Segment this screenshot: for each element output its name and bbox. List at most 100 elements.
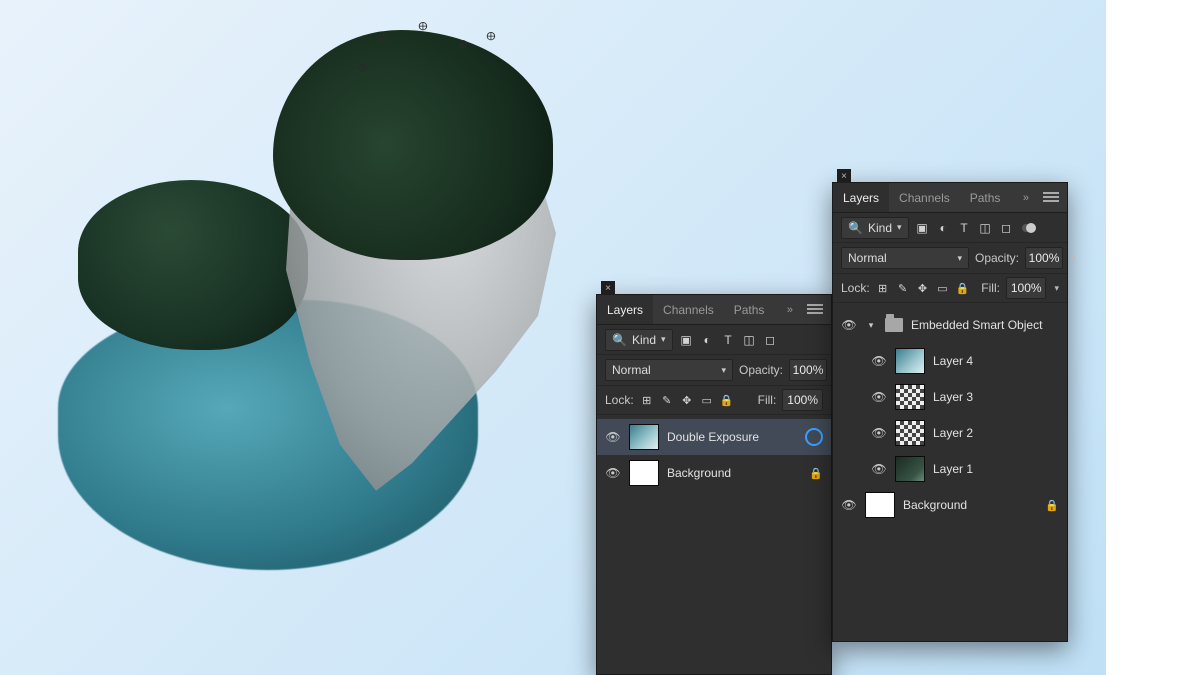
tab-layers[interactable]: Layers	[597, 295, 653, 324]
fill-value[interactable]: 100%	[782, 389, 823, 411]
visibility-eye-icon[interactable]: 👁	[871, 354, 887, 368]
fill-label: Fill:	[981, 281, 1000, 295]
filter-kind-label: Kind	[632, 333, 656, 347]
visibility-eye-icon[interactable]: 👁	[841, 318, 857, 332]
panel-menu-icon[interactable]	[1043, 192, 1059, 204]
filter-row: 🔍 Kind ▾ ▣ ◐ T ◫ ◻	[597, 325, 831, 355]
filter-image-icon[interactable]: ▣	[915, 220, 930, 235]
layer-name[interactable]: Double Exposure	[667, 430, 797, 444]
lock-icon: 🔒	[1045, 499, 1059, 512]
layer-name[interactable]: Background	[903, 498, 1037, 512]
opacity-value[interactable]: 100%	[789, 359, 827, 381]
layer-name[interactable]: Background	[667, 466, 801, 480]
lock-frame-icon[interactable]: ▭	[700, 393, 714, 407]
layer-item-double-exposure[interactable]: 👁 Double Exposure	[597, 419, 831, 455]
layer-name[interactable]: Layer 3	[933, 390, 1059, 404]
layer-name[interactable]: Layer 4	[933, 354, 1059, 368]
layers-list: 👁 ▾ Embedded Smart Object 👁 Layer 4 👁 La…	[833, 303, 1067, 527]
filter-kind-select[interactable]: 🔍 Kind ▾	[605, 329, 673, 351]
opacity-label: Opacity:	[975, 251, 1019, 265]
panel-tabbar: × Layers Channels Paths »	[833, 183, 1067, 213]
progress-ring-icon	[805, 428, 823, 446]
layer-item-background[interactable]: 👁 Background 🔒	[833, 487, 1067, 523]
blend-mode-label: Normal	[848, 251, 887, 265]
layers-panel-left: × Layers Channels Paths » 🔍 Kind ▾ ▣ ◐ T…	[596, 294, 832, 675]
panel-tabbar: × Layers Channels Paths »	[597, 295, 831, 325]
lock-all-icon[interactable]: 🔒	[720, 393, 734, 407]
filter-toggle-icon[interactable]	[1020, 220, 1038, 235]
filter-smart-icon[interactable]: ◻	[763, 332, 778, 347]
tab-paths[interactable]: Paths	[724, 295, 775, 324]
filter-text-icon[interactable]: T	[957, 220, 972, 235]
layer-name[interactable]: Layer 2	[933, 426, 1059, 440]
lock-frame-icon[interactable]: ▭	[935, 281, 949, 295]
filter-kind-select[interactable]: 🔍 Kind ▾	[841, 217, 909, 239]
tab-channels[interactable]: Channels	[653, 295, 724, 324]
visibility-eye-icon[interactable]: 👁	[841, 498, 857, 512]
close-panel-button[interactable]: ×	[837, 169, 851, 183]
close-panel-button[interactable]: ×	[601, 281, 615, 295]
layer-thumbnail[interactable]	[865, 492, 895, 518]
layer-thumbnail[interactable]	[895, 348, 925, 374]
tab-paths[interactable]: Paths	[960, 183, 1011, 212]
lock-row: Lock: ⊞ ✎ ✥ ▭ 🔒 Fill: 100%	[597, 385, 831, 415]
filter-text-icon[interactable]: T	[721, 332, 736, 347]
lock-label: Lock:	[841, 281, 870, 295]
collapse-icon[interactable]: »	[781, 304, 799, 316]
lock-row: Lock: ⊞ ✎ ✥ ▭ 🔒 Fill: 100% ▾	[833, 273, 1067, 303]
lock-position-icon[interactable]: ✥	[916, 281, 930, 295]
visibility-eye-icon[interactable]: 👁	[605, 430, 621, 444]
layer-item-1[interactable]: 👁 Layer 1	[863, 451, 1067, 487]
visibility-eye-icon[interactable]: 👁	[605, 466, 621, 480]
lock-icon: 🔒	[809, 467, 823, 480]
folder-icon	[885, 318, 903, 332]
fill-value[interactable]: 100%	[1006, 277, 1047, 299]
visibility-eye-icon[interactable]: 👁	[871, 462, 887, 476]
layer-thumbnail[interactable]	[629, 460, 659, 486]
layer-item-2[interactable]: 👁 Layer 2	[863, 415, 1067, 451]
collapse-icon[interactable]: »	[1017, 192, 1035, 204]
filter-shape-icon[interactable]: ◫	[978, 220, 993, 235]
lock-label: Lock:	[605, 393, 634, 407]
tab-channels[interactable]: Channels	[889, 183, 960, 212]
layer-thumbnail[interactable]	[895, 456, 925, 482]
layer-thumbnail[interactable]	[629, 424, 659, 450]
lock-pixels-icon[interactable]: ⊞	[876, 281, 890, 295]
artwork-double-exposure: 𐀏 𐀏 𐀏 𐀏 𐀏	[58, 0, 618, 610]
opacity-label: Opacity:	[739, 363, 783, 377]
blend-mode-select[interactable]: Normal ▾	[605, 359, 733, 381]
filter-adjust-icon[interactable]: ◐	[700, 332, 715, 347]
fill-label: Fill:	[758, 393, 777, 407]
filter-shape-icon[interactable]: ◫	[742, 332, 757, 347]
filter-image-icon[interactable]: ▣	[679, 332, 694, 347]
layer-item-4[interactable]: 👁 Layer 4	[863, 343, 1067, 379]
canvas-stage: 𐀏 𐀏 𐀏 𐀏 𐀏 × Layers Channels Paths » 🔍 Ki…	[0, 0, 1106, 675]
layer-item-3[interactable]: 👁 Layer 3	[863, 379, 1067, 415]
lock-brush-icon[interactable]: ✎	[896, 281, 910, 295]
blend-mode-label: Normal	[612, 363, 651, 377]
opacity-value[interactable]: 100%	[1025, 247, 1063, 269]
filter-adjust-icon[interactable]: ◐	[936, 220, 951, 235]
layer-item-background[interactable]: 👁 Background 🔒	[597, 455, 831, 491]
layer-thumbnail[interactable]	[895, 384, 925, 410]
layer-name[interactable]: Layer 1	[933, 462, 1059, 476]
tab-layers[interactable]: Layers	[833, 183, 889, 212]
layers-list: 👁 Double Exposure 👁 Background 🔒	[597, 415, 831, 495]
panel-menu-icon[interactable]	[807, 304, 823, 316]
lock-brush-icon[interactable]: ✎	[660, 393, 674, 407]
group-expand-icon[interactable]: ▾	[865, 320, 877, 331]
blend-mode-select[interactable]: Normal ▾	[841, 247, 969, 269]
filter-smart-icon[interactable]: ◻	[999, 220, 1014, 235]
filter-kind-label: Kind	[868, 221, 892, 235]
blend-row: Normal ▾ Opacity: 100% ▾	[833, 243, 1067, 273]
lock-position-icon[interactable]: ✥	[680, 393, 694, 407]
layer-thumbnail[interactable]	[895, 420, 925, 446]
group-name[interactable]: Embedded Smart Object	[911, 318, 1059, 332]
lock-pixels-icon[interactable]: ⊞	[640, 393, 654, 407]
layer-group-smart-object[interactable]: 👁 ▾ Embedded Smart Object	[833, 307, 1067, 343]
visibility-eye-icon[interactable]: 👁	[871, 390, 887, 404]
lock-all-icon[interactable]: 🔒	[955, 281, 969, 295]
filter-row: 🔍 Kind ▾ ▣ ◐ T ◫ ◻	[833, 213, 1067, 243]
search-icon: 🔍	[612, 332, 627, 347]
visibility-eye-icon[interactable]: 👁	[871, 426, 887, 440]
